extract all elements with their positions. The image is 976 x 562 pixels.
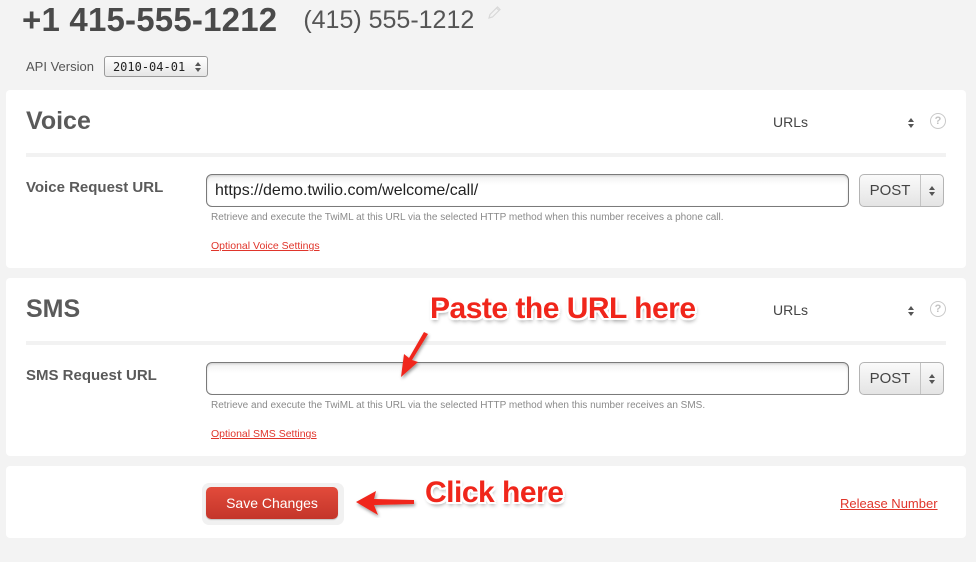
phone-header: +1 415-555-1212 (415) 555-1212	[22, 0, 502, 40]
sms-request-url-input[interactable]	[206, 362, 849, 395]
sms-mode-value: URLs	[773, 302, 809, 318]
api-version-value: 2010-04-01	[112, 59, 186, 74]
voice-help-text: Retrieve and execute the TwiML at this U…	[211, 212, 724, 223]
save-changes-button[interactable]: Save Changes	[206, 487, 338, 519]
divider	[26, 341, 946, 345]
save-button-frame: Save Changes	[202, 483, 344, 525]
voice-panel: Voice URLs ? Voice Request URL POST Retr…	[6, 90, 966, 268]
divider	[26, 153, 946, 157]
phone-number: +1 415-555-1212	[22, 1, 278, 38]
voice-request-url-input[interactable]	[206, 174, 849, 207]
updown-arrows-icon	[908, 306, 914, 316]
paste-url-callout: Paste the URL here	[430, 292, 696, 325]
callout-arrow-icon	[401, 332, 428, 377]
updown-arrows-icon	[929, 185, 935, 196]
sms-method-select[interactable]: POST	[859, 362, 944, 395]
optional-voice-settings-link[interactable]: Optional Voice Settings	[211, 240, 320, 252]
sms-mode-select[interactable]: URLs	[773, 302, 914, 318]
phone-friendly-name[interactable]: (415) 555-1212	[303, 6, 474, 35]
voice-title: Voice	[26, 107, 91, 135]
pencil-icon[interactable]	[486, 5, 502, 21]
voice-method-select[interactable]: POST	[859, 174, 944, 207]
voice-mode-select[interactable]: URLs	[773, 114, 914, 130]
click-here-callout: Click here	[425, 476, 564, 509]
optional-sms-settings-link[interactable]: Optional SMS Settings	[211, 428, 317, 440]
api-version-row: API Version 2010-04-01	[26, 56, 209, 77]
question-icon[interactable]: ?	[930, 113, 946, 129]
voice-mode-value: URLs	[773, 114, 809, 130]
api-version-select[interactable]: 2010-04-01	[103, 56, 209, 77]
voice-method-value: POST	[860, 175, 921, 206]
sms-title: SMS	[26, 295, 81, 323]
release-number-link[interactable]: Release Number	[840, 496, 938, 511]
voice-request-url-label: Voice Request URL	[26, 179, 164, 196]
sms-help-text: Retrieve and execute the TwiML at this U…	[211, 400, 706, 411]
sms-method-value: POST	[860, 363, 921, 394]
sms-request-url-label: SMS Request URL	[26, 367, 157, 384]
updown-arrows-icon	[929, 373, 935, 384]
updown-arrows-icon	[195, 61, 202, 72]
question-icon[interactable]: ?	[930, 301, 946, 317]
api-version-label: API Version	[26, 59, 94, 74]
updown-arrows-icon	[908, 118, 914, 128]
callout-arrow-icon	[356, 491, 414, 515]
